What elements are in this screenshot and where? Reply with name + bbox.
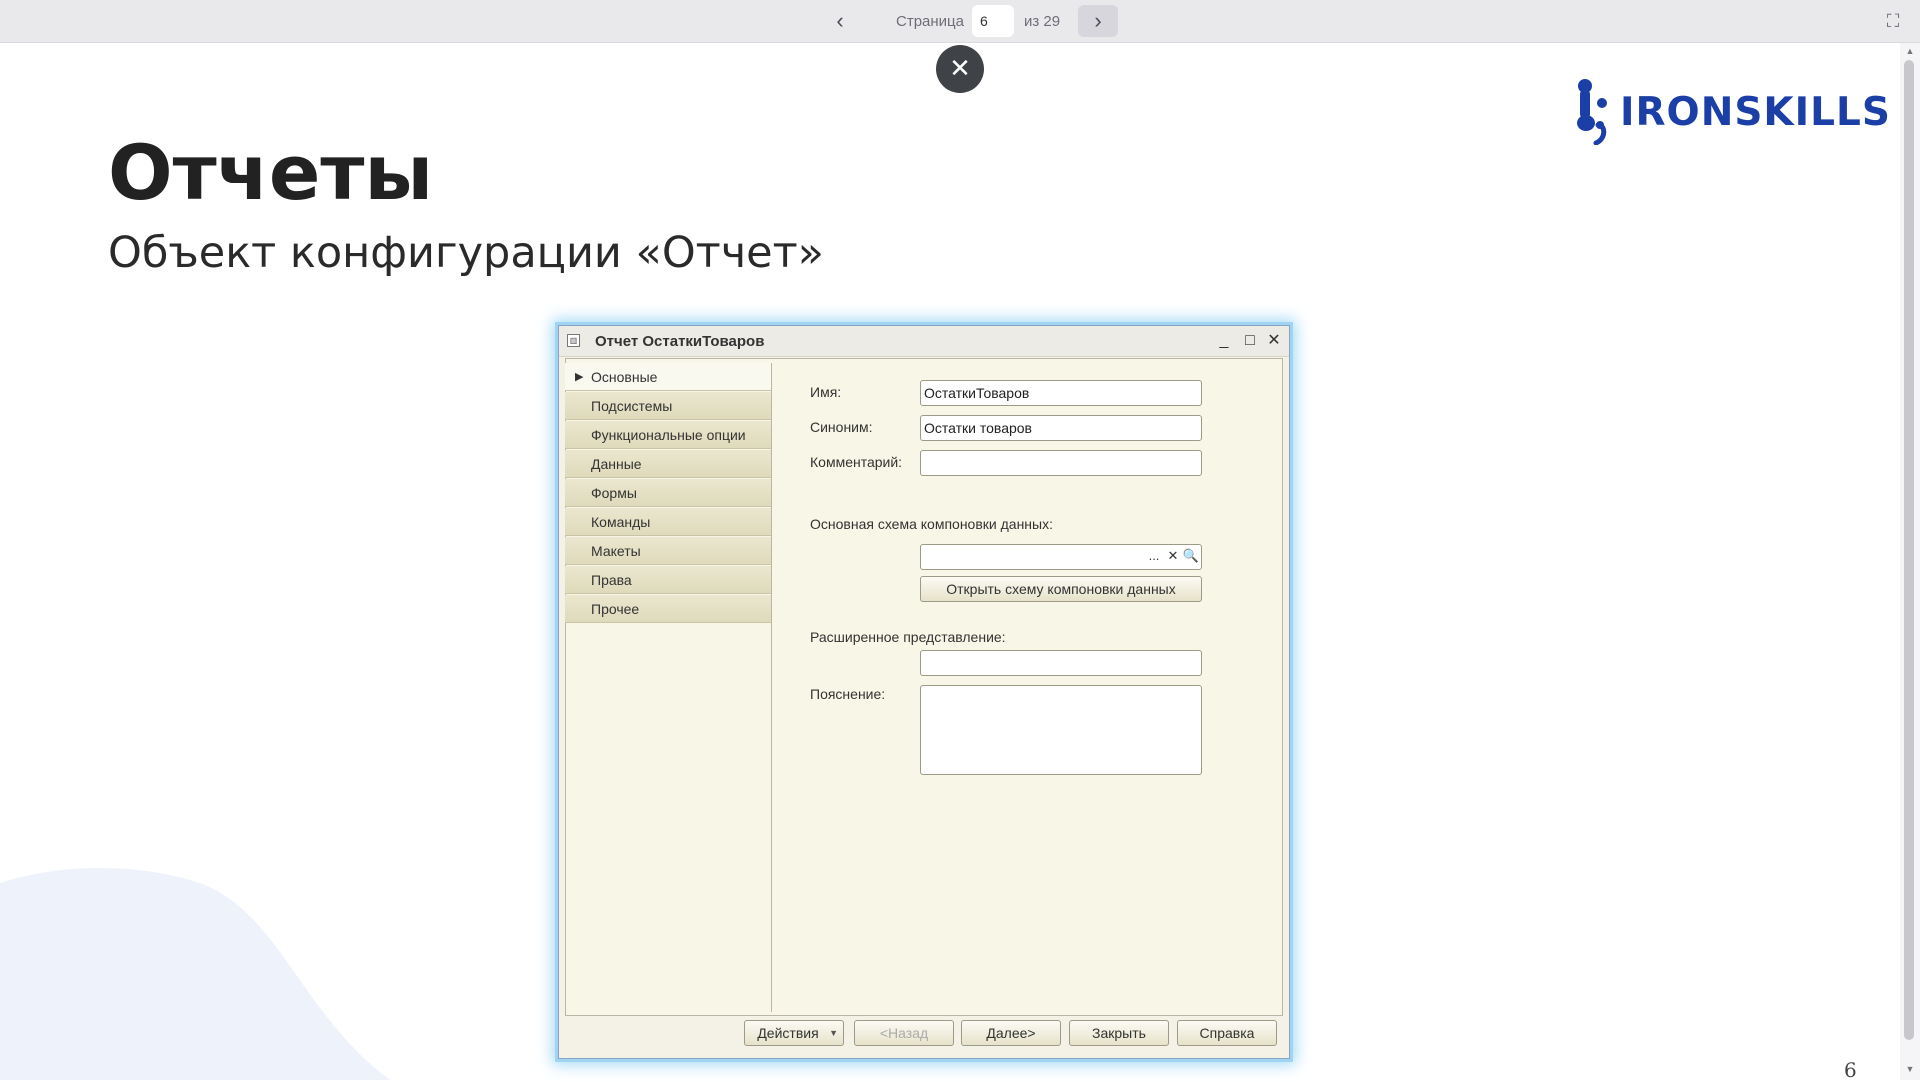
ironskills-logo: IRONSKILLS	[1576, 78, 1891, 146]
explanation-label: Пояснение:	[810, 686, 886, 702]
sidebar-item-prochee[interactable]: Прочее	[565, 595, 771, 623]
slide-title: Отчеты	[108, 128, 434, 217]
sidebar-item-formy[interactable]: Формы	[565, 479, 771, 507]
schema-field[interactable]: ... ✕ 🔍	[920, 544, 1202, 570]
scroll-up-icon[interactable]: ▲	[1904, 46, 1916, 56]
page-count-label: из 29	[1023, 12, 1061, 30]
logo-mark-icon	[1577, 79, 1607, 145]
open-schema-button[interactable]: Открыть схему компоновки данных	[920, 576, 1202, 602]
sidebar-item-label: Прочее	[591, 601, 640, 617]
synonym-field[interactable]: Остатки товаров	[920, 415, 1202, 441]
scroll-down-icon[interactable]: ▼	[1904, 1064, 1916, 1074]
background-wave	[0, 868, 390, 1080]
extended-label: Расширенное представление:	[810, 629, 1006, 645]
chevron-left-icon: ‹	[836, 8, 844, 33]
synonym-label: Синоним:	[810, 419, 873, 435]
slide-page-number: 6	[1844, 1058, 1857, 1082]
sidebar-item-prava[interactable]: Права	[565, 566, 771, 594]
sidebar-item-label: Права	[591, 572, 632, 588]
page-label: Страница	[896, 12, 964, 30]
actions-label: Действия	[757, 1025, 819, 1041]
chevron-right-icon: ›	[1094, 8, 1102, 33]
sidebar-item-label: Макеты	[591, 543, 641, 559]
window-close-icon[interactable]: ✕	[1263, 330, 1285, 352]
logo-text: IRONSKILLS	[1620, 89, 1891, 135]
select-ellipsis-icon[interactable]: ...	[1145, 545, 1163, 569]
comment-field[interactable]	[920, 450, 1202, 476]
sidebar-item-komandy[interactable]: Команды	[565, 508, 771, 536]
sidebar-item-funkcionalnye-opcii[interactable]: Функциональные опции	[565, 421, 771, 449]
prev-page-button[interactable]: ‹	[820, 5, 860, 37]
comment-label: Комментарий:	[810, 454, 903, 470]
sidebar-item-label: Данные	[591, 456, 642, 472]
sidebar-item-label: Команды	[591, 514, 651, 530]
help-button[interactable]: Справка	[1177, 1020, 1277, 1046]
explanation-field[interactable]	[920, 685, 1202, 775]
close-icon: ✕	[949, 53, 971, 83]
sidebar-item-podsistemy[interactable]: Подсистемы	[565, 392, 771, 420]
close-button[interactable]: Закрыть	[1069, 1020, 1169, 1046]
close-viewer-button[interactable]: ✕	[936, 45, 984, 93]
name-field[interactable]: ОстаткиТоваров	[920, 380, 1202, 406]
maximize-icon[interactable]: □	[1239, 330, 1261, 352]
next-button[interactable]: Далее>	[961, 1020, 1061, 1046]
next-page-button[interactable]: ›	[1078, 5, 1119, 37]
extended-field[interactable]	[920, 650, 1202, 676]
actions-button[interactable]: Действия ▼	[744, 1020, 844, 1046]
scrollbar-thumb[interactable]	[1904, 60, 1914, 1040]
minimize-icon[interactable]: _	[1213, 330, 1235, 352]
property-sections-sidebar: ▶ Основные Подсистемы Функциональные опц…	[565, 363, 772, 1012]
sidebar-item-label: Подсистемы	[591, 398, 673, 414]
back-button[interactable]: <Назад	[854, 1020, 954, 1046]
clear-icon[interactable]: ✕	[1164, 545, 1182, 569]
fullscreen-icon[interactable]: ⛶	[1882, 10, 1904, 32]
report-icon: ▥	[567, 334, 580, 347]
page-number-input[interactable]	[971, 5, 1014, 37]
window-title: Отчет ОстаткиТоваров	[595, 333, 765, 350]
sidebar-item-makety[interactable]: Макеты	[565, 537, 771, 565]
sidebar-item-label: Основные	[591, 369, 658, 385]
viewer-toolbar: ‹ Страница из 29 › ⛶	[0, 0, 1920, 43]
window-titlebar: ▥ Отчет ОстаткиТоваров _ □ ✕	[559, 326, 1289, 357]
slide-subtitle: Объект конфигурации «Отчет»	[108, 228, 824, 278]
pager: ‹ Страница из 29 ›	[820, 5, 1119, 37]
triangle-right-icon: ▶	[575, 371, 584, 383]
magnifier-icon[interactable]: 🔍	[1182, 545, 1200, 569]
sidebar-item-osnovnye[interactable]: ▶ Основные	[565, 363, 771, 391]
dropdown-arrow-icon: ▼	[829, 1028, 838, 1038]
sidebar-item-label: Функциональные опции	[591, 427, 746, 443]
schema-label: Основная схема компоновки данных:	[810, 516, 1053, 532]
sidebar-item-label: Формы	[591, 485, 637, 501]
report-properties-window: ▥ Отчет ОстаткиТоваров _ □ ✕ ▶ Основные …	[558, 325, 1290, 1059]
name-label: Имя:	[810, 384, 842, 400]
sidebar-item-dannye[interactable]: Данные	[565, 450, 771, 478]
